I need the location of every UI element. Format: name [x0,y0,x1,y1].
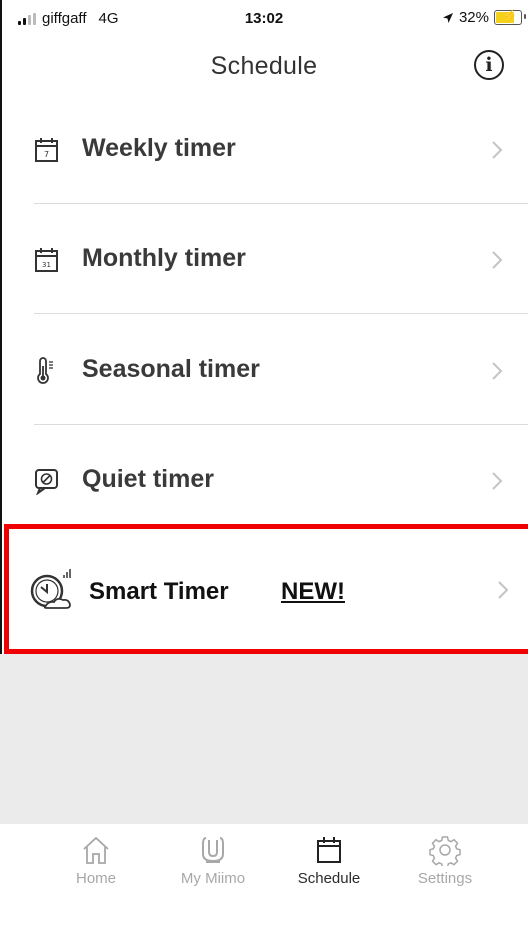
chevron-right-icon [492,251,503,269]
home-icon [83,836,109,864]
svg-text:31: 31 [42,261,51,269]
divider [34,313,528,314]
quiet-timer-label: Quiet timer [82,465,214,493]
quiet-timer-row[interactable]: Quiet timer [0,426,528,536]
tab-schedule-label: Schedule [297,870,361,887]
tab-schedule[interactable]: Schedule [279,834,379,887]
calendar-31-icon: 31 [35,248,58,272]
empty-area [0,654,528,824]
mower-icon [202,837,224,863]
tab-settings-label: Settings [417,870,473,887]
divider [34,424,528,425]
chevron-right-icon [492,141,503,159]
tab-bar: Home My Miimo Schedule Settings [0,824,528,929]
nav-header: Schedule i [0,40,528,96]
chevron-right-icon [492,472,503,490]
tab-my-miimo[interactable]: My Miimo [163,834,263,887]
battery-icon: ⚡ [494,9,526,25]
seasonal-timer-label: Seasonal timer [82,355,260,383]
weekly-timer-row[interactable]: 7 Weekly timer [0,95,528,205]
tab-my-miimo-label: My Miimo [180,870,246,887]
calendar-icon [317,837,341,863]
chevron-right-icon [492,362,503,380]
smart-timer-label: Smart Timer [89,578,229,605]
divider [34,203,528,204]
new-badge: NEW! [281,578,345,605]
smart-timer-row[interactable]: Smart Timer NEW! [4,524,528,654]
seasonal-timer-row[interactable]: Seasonal timer [0,316,528,426]
monthly-timer-row[interactable]: 31 Monthly timer [0,205,528,315]
smart-clock-icon [30,569,71,609]
thermometer-icon [37,357,53,384]
info-icon[interactable]: i [474,50,504,80]
status-right: 32% ⚡ [442,9,526,26]
page-title: Schedule [210,52,318,80]
tab-settings[interactable]: Settings [395,834,495,887]
chevron-right-icon [498,581,509,599]
battery-percent: 32% [458,9,489,26]
location-arrow-icon [442,12,453,23]
gear-icon [429,836,461,866]
weekly-timer-label: Weekly timer [82,134,236,162]
tab-home-label: Home [75,870,116,887]
status-bar: giffgaff 4G 13:02 32% ⚡ [0,0,528,40]
svg-text:7: 7 [44,150,49,159]
monthly-timer-label: Monthly timer [82,244,246,272]
tab-home[interactable]: Home [46,834,146,887]
quiet-icon [35,469,58,495]
calendar-7-icon: 7 [35,138,58,162]
